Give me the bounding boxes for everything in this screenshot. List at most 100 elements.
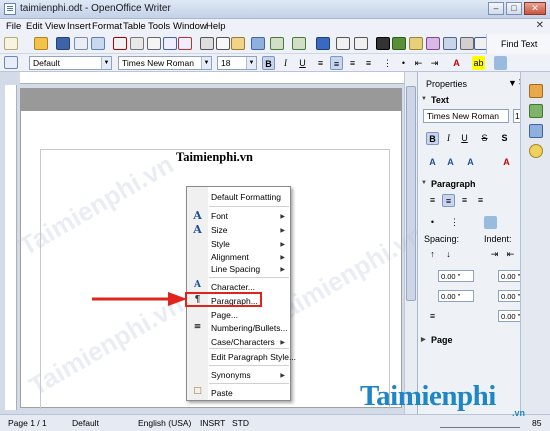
horizontal-ruler[interactable]	[20, 72, 410, 84]
menu-item-page[interactable]: Page...	[211, 310, 238, 320]
gallery-tab-icon[interactable]	[529, 124, 543, 138]
copy-icon[interactable]	[216, 37, 230, 50]
spellcheck-icon[interactable]	[163, 37, 177, 50]
navigator-icon[interactable]	[392, 37, 406, 50]
data-sources-icon[interactable]	[426, 37, 440, 50]
scrollbar-thumb[interactable]	[406, 86, 416, 301]
italic-button[interactable]: I	[279, 56, 292, 70]
document-heading[interactable]: Taimienphi.vn	[176, 150, 253, 165]
justify-icon[interactable]: ≡	[362, 56, 375, 70]
menu-item-edit-paragraph-style[interactable]: Edit Paragraph Style...	[211, 352, 296, 362]
align-center-icon[interactable]: ≡	[330, 56, 343, 70]
chevron-down-icon[interactable]: ▼	[101, 57, 111, 69]
sidebar-justify-icon[interactable]: ≡	[474, 194, 487, 207]
status-insert-mode[interactable]: INSRT	[200, 418, 225, 428]
undo-icon[interactable]	[270, 37, 284, 50]
menu-item-line-spacing[interactable]: Line Spacing	[211, 264, 260, 274]
edit-mode-icon[interactable]	[91, 37, 105, 50]
vertical-ruler[interactable]	[5, 85, 17, 410]
underline-button[interactable]: U	[296, 56, 309, 70]
paragraph-style-combo[interactable]: Default ▼	[29, 56, 112, 70]
increase-indent-sidebar-icon[interactable]: ⇥	[488, 248, 501, 261]
cut-icon[interactable]	[200, 37, 214, 50]
decrease-spacing-icon[interactable]: ↓	[442, 248, 455, 261]
show-draw-functions-icon[interactable]	[354, 37, 368, 50]
table-icon[interactable]	[336, 37, 350, 50]
styles-tab-icon[interactable]	[529, 104, 543, 118]
increase-indent-icon[interactable]: ⇥	[428, 56, 441, 70]
sidebar-bullets-icon[interactable]: •	[426, 216, 439, 229]
sidebar-strikethrough-button[interactable]: S	[478, 132, 491, 145]
redo-icon[interactable]	[292, 37, 306, 50]
formatting-marks-icon[interactable]	[443, 37, 457, 50]
line-spacing-icon[interactable]: ≡	[426, 310, 439, 323]
menu-item-character[interactable]: Character...	[211, 282, 255, 292]
status-zoom[interactable]: 85	[532, 418, 541, 428]
bold-button[interactable]: B	[262, 56, 275, 70]
page-section-header[interactable]: Page	[420, 335, 453, 348]
sidebar-align-right-icon[interactable]: ≡	[458, 194, 471, 207]
maximize-button[interactable]: □	[506, 2, 522, 15]
status-style[interactable]: Default	[72, 418, 99, 428]
menu-file[interactable]: File	[6, 21, 21, 32]
print-icon[interactable]	[130, 37, 144, 50]
menu-item-font[interactable]: Font	[211, 211, 228, 221]
bullets-icon[interactable]: •	[397, 56, 410, 70]
decrease-indent-sidebar-icon[interactable]: ⇤	[504, 248, 517, 261]
font-name-combo[interactable]: Times New Roman ▼	[118, 56, 212, 70]
menu-item-case-characters[interactable]: Case/Characters	[211, 337, 275, 347]
navigator-tab-icon[interactable]	[529, 144, 543, 158]
text-section-header[interactable]: Text	[420, 95, 449, 108]
styles-formatting-icon[interactable]	[4, 56, 18, 69]
zoom-icon[interactable]	[460, 37, 474, 50]
menu-item-numbering-bullets[interactable]: Numbering/Bullets...	[211, 323, 288, 333]
zoom-slider[interactable]	[440, 420, 520, 428]
menu-insert[interactable]: Insert	[67, 21, 91, 32]
grow-font-icon[interactable]: A	[426, 156, 439, 169]
autospellcheck-icon[interactable]	[178, 37, 192, 50]
numbering-icon[interactable]: ⋮	[381, 56, 394, 70]
menu-help[interactable]: Help	[206, 21, 226, 32]
gallery-icon[interactable]	[409, 37, 423, 50]
spacing-below-field[interactable]: 0.00 "	[438, 290, 474, 302]
chevron-down-icon[interactable]: ▼	[246, 57, 256, 69]
close-document-icon[interactable]: ✕	[536, 20, 544, 31]
sidebar-font-combo[interactable]: Times New Roman	[423, 109, 509, 123]
font-size-combo[interactable]: 18 ▼	[217, 56, 257, 70]
menu-format[interactable]: Format	[92, 21, 122, 32]
sidebar-underline-button[interactable]: U	[458, 132, 471, 145]
email-icon[interactable]	[74, 37, 88, 50]
font-color-icon[interactable]: A	[450, 56, 463, 70]
background-color-icon[interactable]	[494, 56, 507, 70]
find-replace-icon[interactable]	[376, 37, 390, 50]
menu-window[interactable]: Window	[173, 21, 207, 32]
new-document-icon[interactable]	[4, 37, 18, 50]
menu-item-style[interactable]: Style	[211, 239, 230, 249]
export-pdf-icon[interactable]	[113, 37, 127, 50]
menu-tools[interactable]: Tools	[148, 21, 170, 32]
character-spacing-icon[interactable]: A	[464, 156, 477, 169]
sidebar-italic-button[interactable]: I	[442, 132, 455, 145]
menu-table[interactable]: Table	[123, 21, 146, 32]
chevron-down-icon[interactable]: ▼	[201, 57, 211, 69]
status-language[interactable]: English (USA)	[138, 418, 191, 428]
hyperlink-icon[interactable]	[316, 37, 330, 50]
open-folder-icon[interactable]	[34, 37, 48, 50]
save-icon[interactable]	[56, 37, 70, 50]
sidebar-align-center-icon[interactable]: ≡	[442, 194, 455, 207]
paragraph-background-icon[interactable]	[484, 216, 497, 229]
menu-item-size[interactable]: Size	[211, 225, 228, 235]
page-preview-icon[interactable]	[147, 37, 161, 50]
menu-item-synonyms[interactable]: Synonyms	[211, 370, 251, 380]
spacing-above-field[interactable]: 0.00 "	[438, 270, 474, 282]
menu-item-default-formatting[interactable]: Default Formatting	[211, 192, 281, 202]
sidebar-bold-button[interactable]: B	[426, 132, 439, 145]
menu-item-paste[interactable]: Paste	[211, 388, 233, 398]
close-button[interactable]: ✕	[524, 2, 546, 15]
clone-formatting-icon[interactable]	[251, 37, 265, 50]
writer-app-icon[interactable]	[4, 3, 16, 15]
align-left-icon[interactable]: ≡	[314, 56, 327, 70]
paragraph-section-header[interactable]: Paragraph	[420, 179, 476, 192]
increase-spacing-icon[interactable]: ↑	[426, 248, 439, 261]
properties-tab-icon[interactable]	[529, 84, 543, 98]
